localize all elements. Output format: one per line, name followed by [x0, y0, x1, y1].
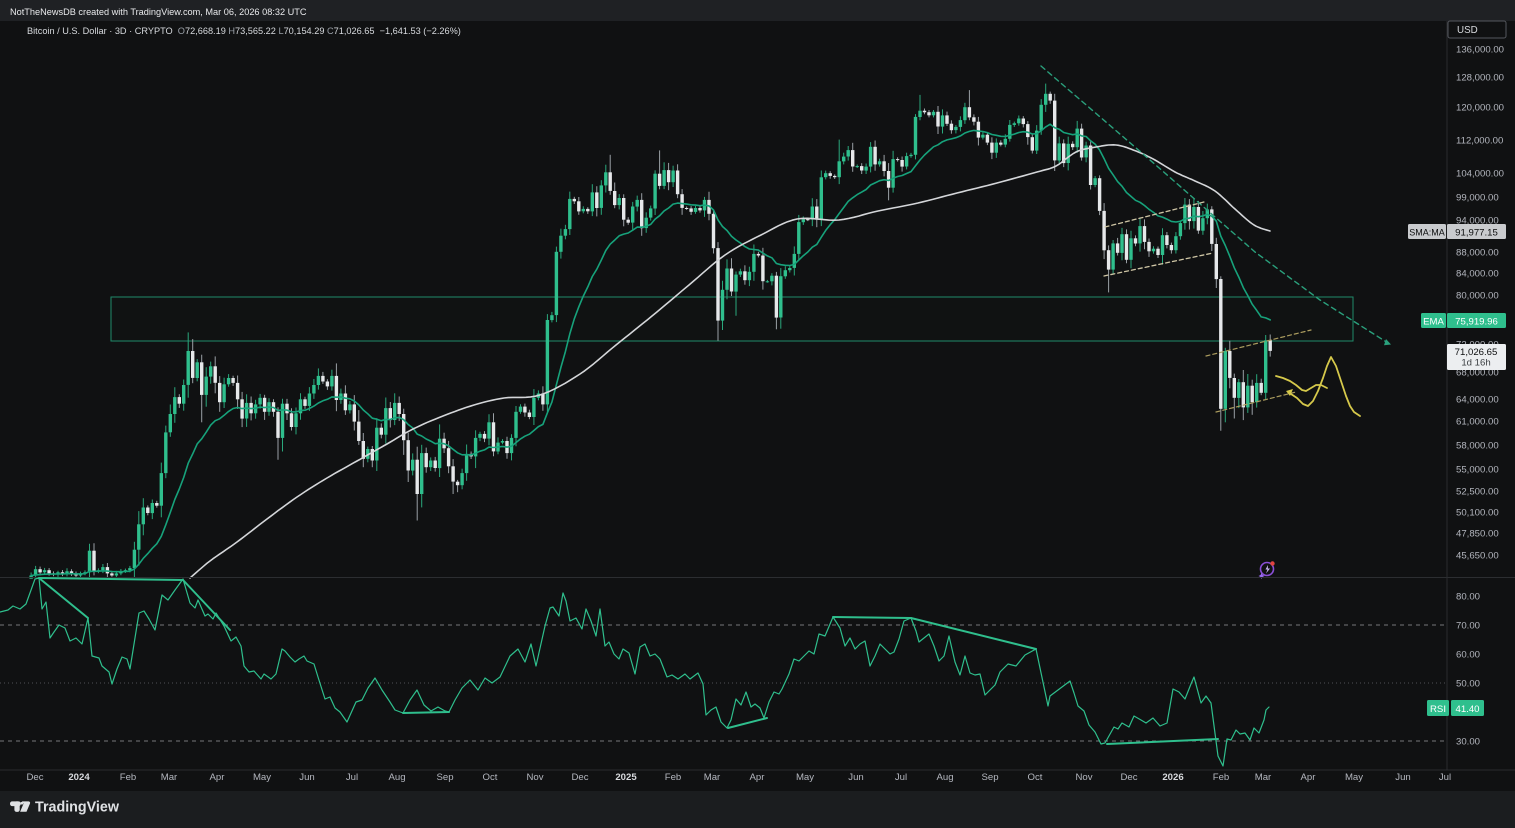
- svg-text:Jun: Jun: [1395, 772, 1410, 783]
- svg-text:2025: 2025: [615, 772, 637, 783]
- svg-text:Nov: Nov: [526, 772, 543, 783]
- svg-text:Feb: Feb: [1213, 772, 1230, 783]
- svg-text:75,919.96: 75,919.96: [1455, 316, 1498, 327]
- svg-text:Dec: Dec: [26, 772, 43, 783]
- svg-text:80.00: 80.00: [1456, 592, 1480, 603]
- svg-text:128,000.00: 128,000.00: [1456, 73, 1504, 84]
- svg-text:Oct: Oct: [1028, 772, 1043, 783]
- svg-text:64,000.00: 64,000.00: [1456, 395, 1499, 406]
- svg-text:Apr: Apr: [750, 772, 766, 783]
- svg-text:Jul: Jul: [895, 772, 907, 783]
- svg-text:50,100.00: 50,100.00: [1456, 508, 1499, 519]
- svg-text:45,650.00: 45,650.00: [1456, 551, 1499, 562]
- svg-text:80,000.00: 80,000.00: [1456, 291, 1499, 302]
- svg-text:Dec: Dec: [571, 772, 588, 783]
- svg-text:1d 16h: 1d 16h: [1461, 358, 1490, 369]
- svg-text:Aug: Aug: [936, 772, 953, 783]
- svg-text:41.40: 41.40: [1455, 704, 1479, 715]
- svg-text:Aug: Aug: [388, 772, 405, 783]
- svg-text:Feb: Feb: [665, 772, 682, 783]
- svg-text:88,000.00: 88,000.00: [1456, 248, 1499, 259]
- svg-text:Bitcoin / U.S. Dollar · 3D · C: Bitcoin / U.S. Dollar · 3D · CRYPTO O72,…: [27, 26, 461, 36]
- svg-text:Sep: Sep: [981, 772, 998, 783]
- svg-text:USD: USD: [1457, 25, 1478, 36]
- svg-text:Mar: Mar: [161, 772, 178, 783]
- svg-text:61,000.00: 61,000.00: [1456, 417, 1499, 428]
- svg-text:120,000.00: 120,000.00: [1456, 103, 1504, 114]
- svg-text:Oct: Oct: [483, 772, 498, 783]
- svg-text:2026: 2026: [1162, 772, 1183, 783]
- svg-text:47,850.00: 47,850.00: [1456, 529, 1499, 540]
- svg-text:Dec: Dec: [1120, 772, 1137, 783]
- svg-text:NotTheNewsDB created with Trad: NotTheNewsDB created with TradingView.co…: [10, 7, 307, 17]
- svg-text:71,026.65: 71,026.65: [1455, 347, 1498, 358]
- svg-text:60.00: 60.00: [1456, 650, 1480, 661]
- svg-text:91,977.15: 91,977.15: [1455, 227, 1498, 238]
- svg-text:Jul: Jul: [346, 772, 358, 783]
- svg-text:Feb: Feb: [120, 772, 137, 783]
- svg-text:May: May: [1345, 772, 1363, 783]
- svg-text:EMA: EMA: [1423, 316, 1444, 327]
- svg-text:SMA:MA: SMA:MA: [1409, 227, 1445, 237]
- svg-text:TradingView: TradingView: [35, 800, 120, 816]
- svg-text:58,000.00: 58,000.00: [1456, 441, 1499, 452]
- svg-text:Apr: Apr: [210, 772, 226, 783]
- svg-text:84,000.00: 84,000.00: [1456, 269, 1499, 280]
- svg-text:May: May: [253, 772, 271, 783]
- svg-text:2024: 2024: [68, 772, 90, 783]
- svg-text:Apr: Apr: [1301, 772, 1317, 783]
- svg-text:Mar: Mar: [1255, 772, 1272, 783]
- svg-text:136,000.00: 136,000.00: [1456, 45, 1504, 56]
- svg-text:May: May: [796, 772, 814, 783]
- svg-text:70.00: 70.00: [1456, 621, 1480, 632]
- svg-text:50.00: 50.00: [1456, 679, 1480, 690]
- svg-text:104,000.00: 104,000.00: [1456, 169, 1504, 180]
- svg-text:52,500.00: 52,500.00: [1456, 487, 1499, 498]
- svg-text:99,000.00: 99,000.00: [1456, 193, 1499, 204]
- svg-text:Jul: Jul: [1439, 772, 1451, 783]
- svg-text:30.00: 30.00: [1456, 737, 1480, 748]
- svg-text:55,000.00: 55,000.00: [1456, 465, 1499, 476]
- svg-text:Nov: Nov: [1075, 772, 1092, 783]
- svg-text:112,000.00: 112,000.00: [1456, 136, 1503, 147]
- svg-text:Sep: Sep: [436, 772, 453, 783]
- svg-text:Jun: Jun: [299, 772, 314, 783]
- svg-text:Jun: Jun: [848, 772, 863, 783]
- svg-text:RSI: RSI: [1430, 704, 1446, 715]
- svg-text:Mar: Mar: [704, 772, 721, 783]
